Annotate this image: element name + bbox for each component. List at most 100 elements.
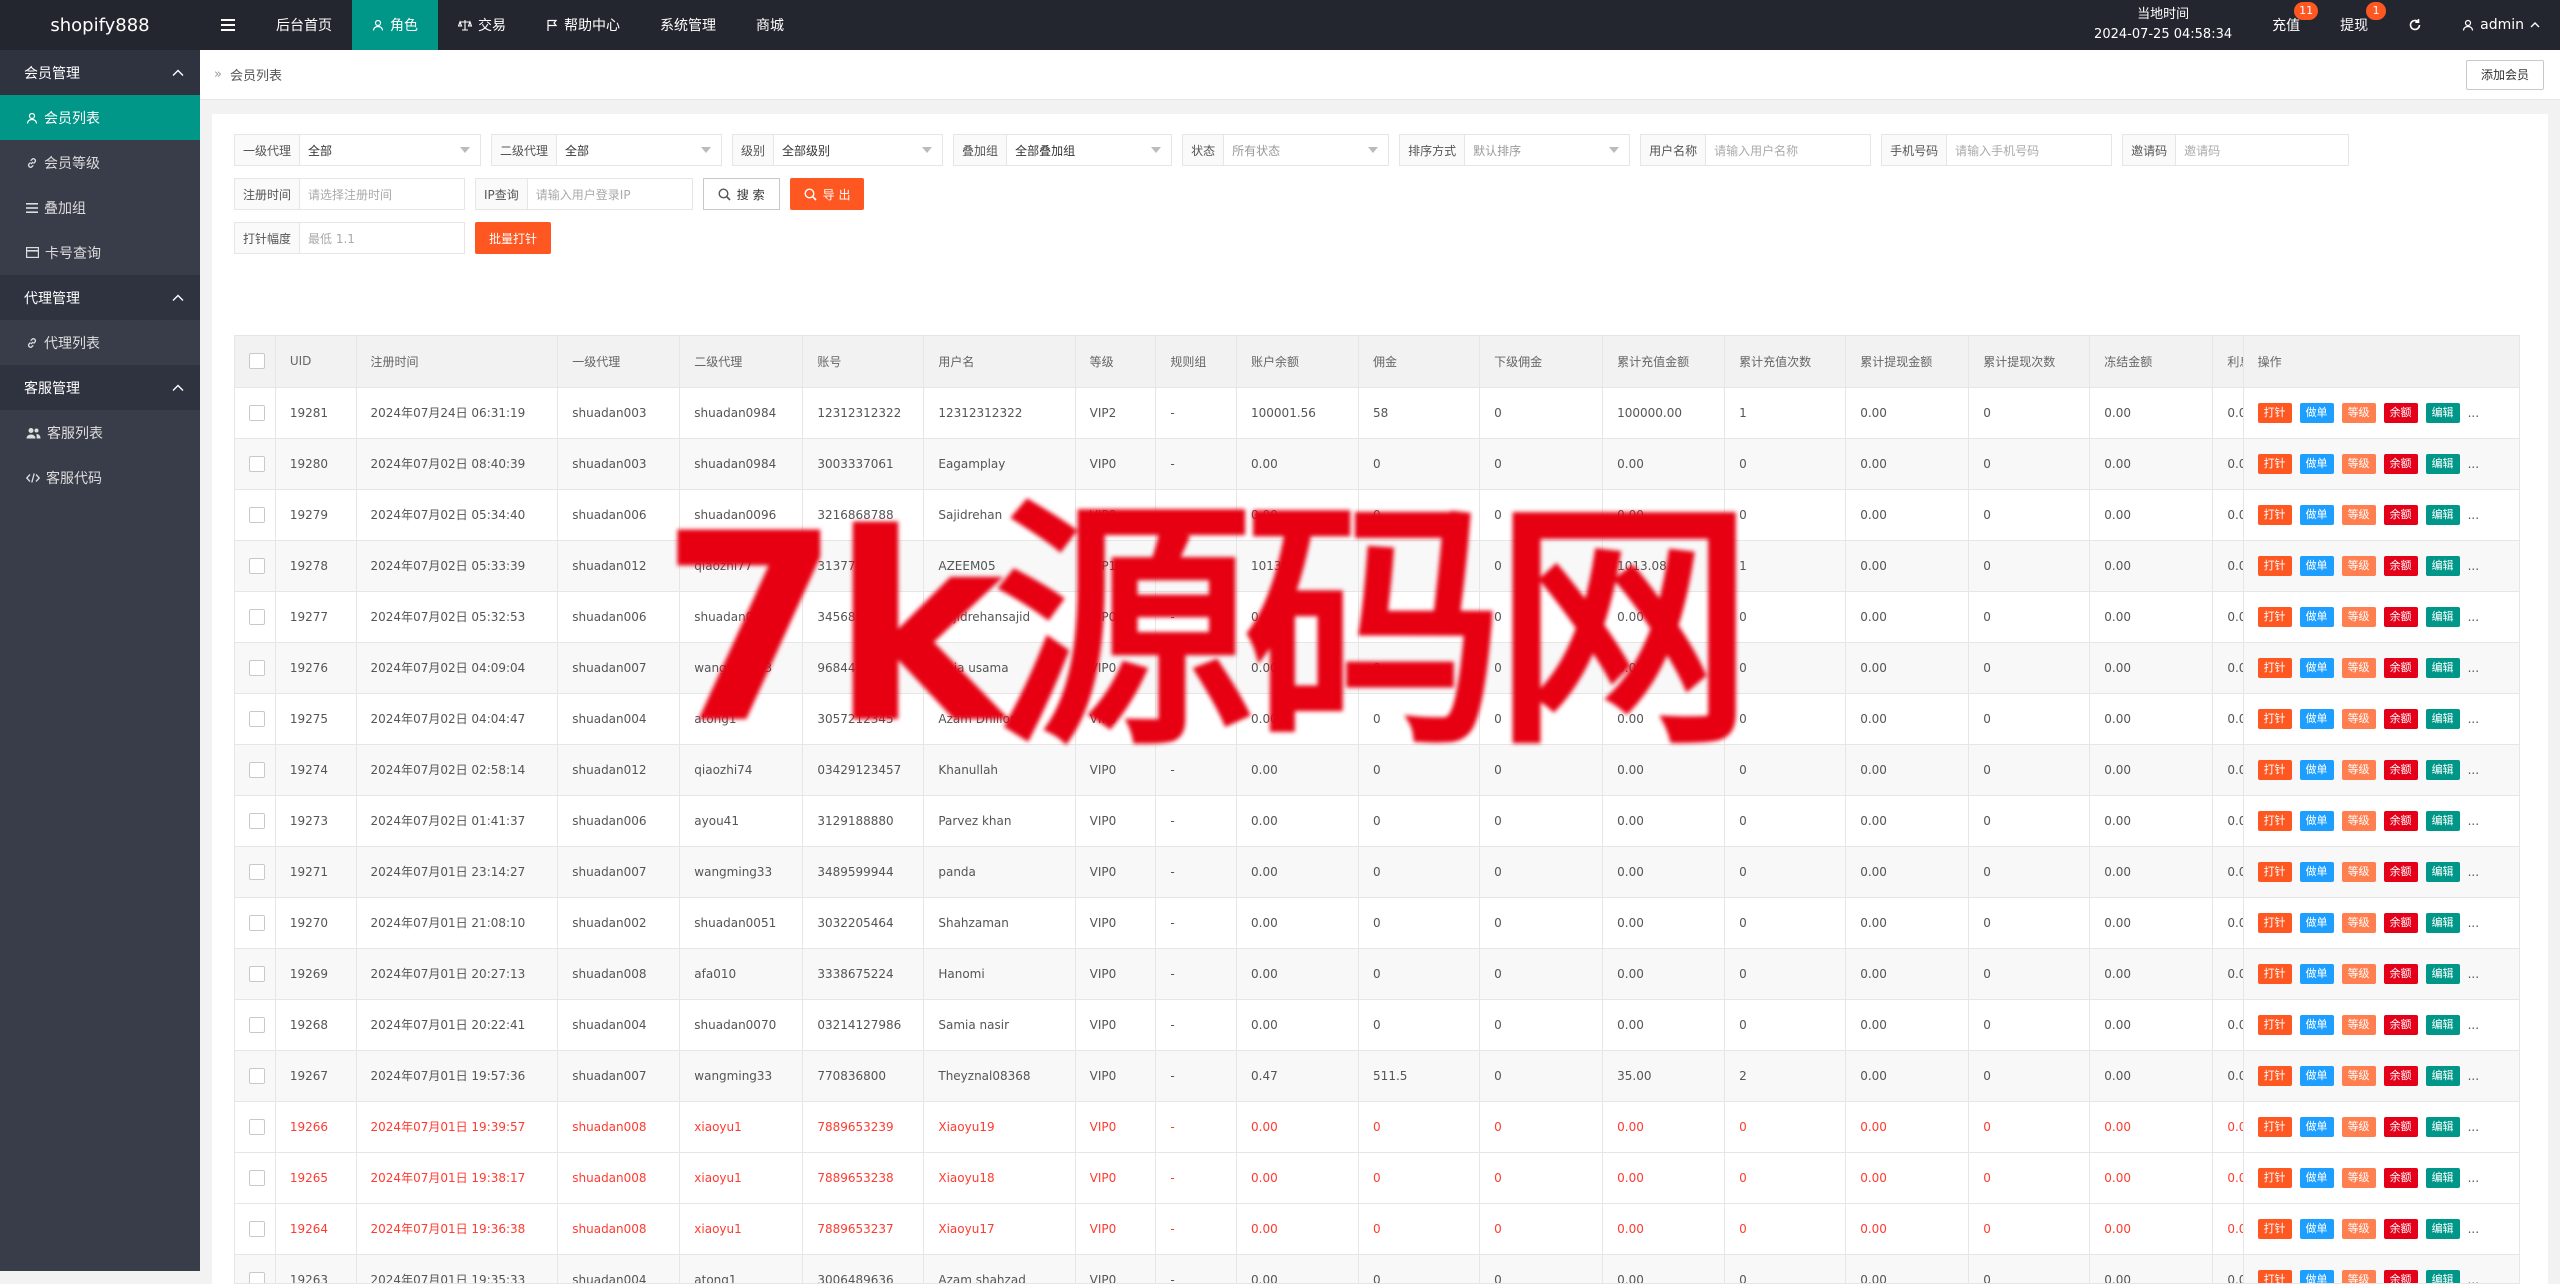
- order-button[interactable]: 做单: [2300, 760, 2334, 780]
- balance-button[interactable]: 余额: [2384, 964, 2418, 984]
- sidebar-item-agent-list[interactable]: 代理列表: [0, 320, 200, 365]
- order-button[interactable]: 做单: [2300, 1219, 2334, 1239]
- edit-button[interactable]: 编辑: [2426, 505, 2460, 525]
- sort-select[interactable]: 默认排序: [1465, 135, 1629, 165]
- column-header[interactable]: 累计提现金额: [1846, 336, 1969, 387]
- row-checkbox[interactable]: [249, 762, 265, 778]
- username-input[interactable]: 请输入用户名称: [1706, 135, 1870, 165]
- more-actions-button[interactable]: ...: [2468, 1273, 2479, 1284]
- sidebar-group-members[interactable]: 会员管理: [0, 50, 200, 95]
- edit-button[interactable]: 编辑: [2426, 1270, 2460, 1284]
- stack-select[interactable]: 全部叠加组: [1007, 135, 1171, 165]
- order-button[interactable]: 做单: [2300, 658, 2334, 678]
- more-actions-button[interactable]: ...: [2468, 712, 2479, 726]
- row-checkbox[interactable]: [249, 507, 265, 523]
- order-button[interactable]: 做单: [2300, 403, 2334, 423]
- nav-help[interactable]: 帮助中心: [526, 0, 640, 50]
- row-checkbox[interactable]: [249, 558, 265, 574]
- member-table-wrap[interactable]: UID 注册时间 一级代理 二级代理 账号 用户名 等级 规则组 账户余额 佣金…: [234, 335, 2520, 1284]
- balance-button[interactable]: 余额: [2384, 709, 2418, 729]
- inject-button[interactable]: 打针: [2258, 1066, 2292, 1086]
- inject-button[interactable]: 打针: [2258, 607, 2292, 627]
- edit-button[interactable]: 编辑: [2426, 1015, 2460, 1035]
- status-select[interactable]: 所有状态: [1224, 135, 1388, 165]
- column-header[interactable]: 佣金: [1359, 336, 1480, 387]
- nav-system[interactable]: 系统管理: [640, 0, 736, 50]
- sidebar-group-support[interactable]: 客服管理: [0, 365, 200, 410]
- export-button[interactable]: 导 出: [790, 178, 865, 210]
- select-all-checkbox[interactable]: [249, 353, 265, 369]
- amp-input[interactable]: 最低 1.1: [300, 223, 464, 253]
- level-button[interactable]: 等级: [2342, 403, 2376, 423]
- inject-button[interactable]: 打针: [2258, 403, 2292, 423]
- level-button[interactable]: 等级: [2342, 1015, 2376, 1035]
- column-header[interactable]: UID: [275, 336, 356, 387]
- column-header[interactable]: 累计提现次数: [1969, 336, 2090, 387]
- more-actions-button[interactable]: ...: [2468, 967, 2479, 981]
- level-button[interactable]: 等级: [2342, 1219, 2376, 1239]
- nav-mall[interactable]: 商城: [736, 0, 804, 50]
- inject-button[interactable]: 打针: [2258, 1168, 2292, 1188]
- inject-button[interactable]: 打针: [2258, 1117, 2292, 1137]
- agent1-select[interactable]: 全部: [300, 135, 480, 165]
- order-button[interactable]: 做单: [2300, 709, 2334, 729]
- column-header[interactable]: 注册时间: [356, 336, 558, 387]
- order-button[interactable]: 做单: [2300, 913, 2334, 933]
- column-header[interactable]: 等级: [1075, 336, 1156, 387]
- order-button[interactable]: 做单: [2300, 862, 2334, 882]
- order-button[interactable]: 做单: [2300, 1015, 2334, 1035]
- more-actions-button[interactable]: ...: [2468, 610, 2479, 624]
- level-button[interactable]: 等级: [2342, 709, 2376, 729]
- nav-role[interactable]: 角色: [352, 0, 438, 50]
- column-header[interactable]: 累计充值次数: [1725, 336, 1846, 387]
- more-actions-button[interactable]: ...: [2468, 1120, 2479, 1134]
- column-header[interactable]: 利息: [2213, 336, 2243, 387]
- inject-button[interactable]: 打针: [2258, 1270, 2292, 1284]
- level-button[interactable]: 等级: [2342, 505, 2376, 525]
- more-actions-button[interactable]: ...: [2468, 1222, 2479, 1236]
- balance-button[interactable]: 余额: [2384, 1066, 2418, 1086]
- edit-button[interactable]: 编辑: [2426, 760, 2460, 780]
- balance-button[interactable]: 余额: [2384, 556, 2418, 576]
- level-button[interactable]: 等级: [2342, 811, 2376, 831]
- order-button[interactable]: 做单: [2300, 1270, 2334, 1284]
- edit-button[interactable]: 编辑: [2426, 658, 2460, 678]
- balance-button[interactable]: 余额: [2384, 1219, 2418, 1239]
- edit-button[interactable]: 编辑: [2426, 1066, 2460, 1086]
- more-actions-button[interactable]: ...: [2468, 916, 2479, 930]
- row-checkbox[interactable]: [249, 966, 265, 982]
- level-button[interactable]: 等级: [2342, 1168, 2376, 1188]
- brand-logo[interactable]: shopify888: [0, 0, 200, 50]
- refresh-button[interactable]: [2388, 0, 2442, 50]
- row-checkbox[interactable]: [249, 609, 265, 625]
- order-button[interactable]: 做单: [2300, 1168, 2334, 1188]
- more-actions-button[interactable]: ...: [2468, 661, 2479, 675]
- more-actions-button[interactable]: ...: [2468, 457, 2479, 471]
- edit-button[interactable]: 编辑: [2426, 1219, 2460, 1239]
- balance-button[interactable]: 余额: [2384, 1270, 2418, 1284]
- balance-button[interactable]: 余额: [2384, 1015, 2418, 1035]
- inject-button[interactable]: 打针: [2258, 709, 2292, 729]
- column-header[interactable]: 一级代理: [558, 336, 680, 387]
- more-actions-button[interactable]: ...: [2468, 1171, 2479, 1185]
- level-button[interactable]: 等级: [2342, 556, 2376, 576]
- edit-button[interactable]: 编辑: [2426, 403, 2460, 423]
- row-checkbox[interactable]: [249, 660, 265, 676]
- order-button[interactable]: 做单: [2300, 811, 2334, 831]
- edit-button[interactable]: 编辑: [2426, 811, 2460, 831]
- invite-input[interactable]: 邀请码: [2176, 135, 2348, 165]
- nav-home[interactable]: 后台首页: [256, 0, 352, 50]
- level-select[interactable]: 全部级别: [774, 135, 942, 165]
- order-button[interactable]: 做单: [2300, 1066, 2334, 1086]
- column-header[interactable]: 规则组: [1156, 336, 1237, 387]
- column-header[interactable]: 累计充值金额: [1603, 336, 1725, 387]
- inject-button[interactable]: 打针: [2258, 760, 2292, 780]
- inject-button[interactable]: 打针: [2258, 964, 2292, 984]
- edit-button[interactable]: 编辑: [2426, 709, 2460, 729]
- balance-button[interactable]: 余额: [2384, 658, 2418, 678]
- level-button[interactable]: 等级: [2342, 760, 2376, 780]
- row-checkbox[interactable]: [249, 1221, 265, 1237]
- balance-button[interactable]: 余额: [2384, 403, 2418, 423]
- row-checkbox[interactable]: [249, 711, 265, 727]
- level-button[interactable]: 等级: [2342, 964, 2376, 984]
